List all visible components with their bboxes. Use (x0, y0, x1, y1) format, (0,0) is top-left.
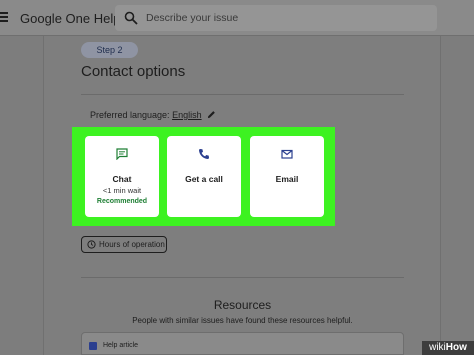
article-icon (89, 342, 97, 350)
step-badge: Step 2 (81, 42, 138, 58)
chat-wait-time: <1 min wait (102, 186, 142, 195)
top-bar: Google One Help (0, 0, 474, 36)
get-a-call-option[interactable]: Get a call (167, 136, 241, 217)
hours-of-operation-label: Hours of operation (99, 240, 165, 249)
chat-option[interactable]: Chat <1 min wait Recommended (85, 136, 159, 217)
resources-subtitle: People with similar issues have found th… (132, 316, 353, 325)
divider (81, 94, 404, 95)
resources-title: Resources (213, 298, 272, 312)
pencil-icon[interactable] (207, 110, 216, 119)
get-a-call-label: Get a call (185, 174, 223, 184)
watermark-part2: How (445, 342, 467, 353)
phone-icon (199, 149, 209, 159)
menu-icon[interactable] (0, 10, 9, 24)
recommended-tag: Recommended (96, 198, 148, 205)
search-icon[interactable] (124, 11, 138, 25)
search-input[interactable] (146, 9, 426, 27)
email-option[interactable]: Email (250, 136, 324, 217)
divider (81, 277, 404, 278)
app-title[interactable]: Google One Help (20, 11, 120, 26)
wikihow-watermark: wikiHow (422, 341, 474, 355)
chat-label: Chat (112, 174, 132, 184)
clock-icon (87, 240, 96, 249)
search-box[interactable] (115, 5, 437, 31)
page-title: Contact options (81, 63, 186, 80)
language-value[interactable]: English (172, 110, 202, 120)
chat-bubble-icon (116, 148, 128, 160)
email-label: Email (275, 174, 299, 184)
watermark-part1: wiki (429, 342, 446, 353)
hours-of-operation-button[interactable]: Hours of operation (81, 236, 167, 253)
help-article-item[interactable]: Help article (81, 332, 404, 355)
help-article-label: Help article (103, 342, 139, 349)
language-label: Preferred language: (90, 110, 170, 120)
preferred-language: Preferred language: English (90, 110, 216, 120)
envelope-icon (281, 149, 293, 159)
